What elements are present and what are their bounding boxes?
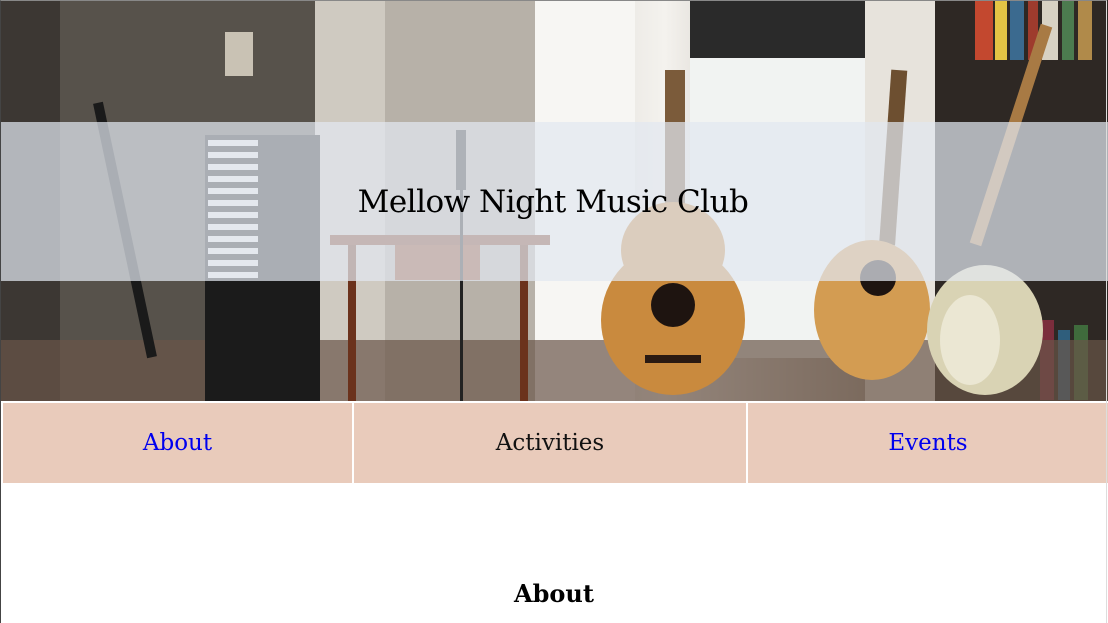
nav-item-events[interactable]: Events xyxy=(748,403,1108,483)
nav-item-activities: Activities xyxy=(354,403,746,483)
section-heading-about: About xyxy=(514,579,594,608)
title-band: Mellow Night Music Club xyxy=(0,122,1108,281)
main-nav: About Activities Events xyxy=(3,403,1108,483)
nav-item-about[interactable]: About xyxy=(3,403,352,483)
hero-banner: Mellow Night Music Club xyxy=(0,0,1108,401)
site-title: Mellow Night Music Club xyxy=(357,183,749,220)
